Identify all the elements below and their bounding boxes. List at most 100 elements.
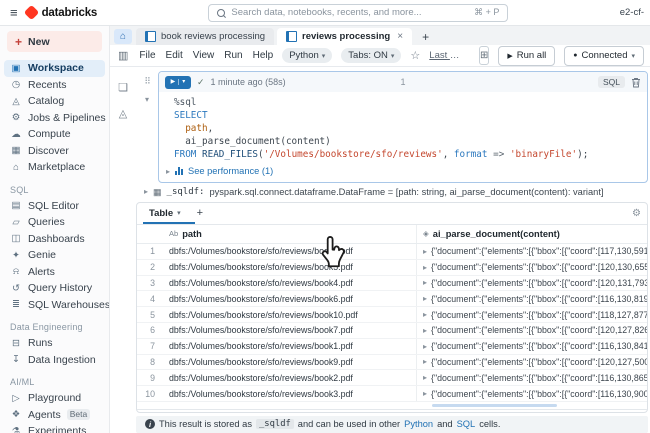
table-row[interactable]: 9dbfs:/Volumes/bookstore/sfo/reviews/boo…: [137, 370, 647, 386]
value-cell[interactable]: ▸{"document":{"elements":[{"bbox":[{"coo…: [416, 276, 647, 291]
close-icon[interactable]: ×: [397, 31, 403, 42]
code-line[interactable]: path,: [174, 122, 639, 135]
code-editor[interactable]: %sqlSELECT path, ai_parse_document(conte…: [159, 92, 647, 164]
horizontal-scrollbar[interactable]: [432, 404, 557, 407]
sidebar-item-jobs-pipelines[interactable]: ⚙Jobs & Pipelines: [4, 110, 105, 127]
path-cell[interactable]: dbfs:/Volumes/bookstore/sfo/reviews/book…: [163, 341, 416, 351]
run-cell-button[interactable]: ▶ ▾: [165, 76, 191, 89]
path-cell[interactable]: dbfs:/Volumes/bookstore/sfo/reviews/book…: [163, 310, 416, 320]
sidebar-item-sql-warehouses[interactable]: ≣SQL Warehouses: [4, 297, 105, 314]
code-line[interactable]: SELECT: [174, 109, 639, 122]
code-line[interactable]: FROM READ_FILES('/Volumes/bookstore/sfo/…: [174, 148, 639, 161]
expander-icon[interactable]: ▸: [423, 294, 427, 303]
code-line[interactable]: %sql: [174, 96, 639, 109]
table-row[interactable]: 3dbfs:/Volumes/bookstore/sfo/reviews/boo…: [137, 276, 647, 292]
favorite-star-icon[interactable]: ☆: [410, 49, 420, 62]
home-button[interactable]: ⌂: [114, 29, 132, 44]
value-cell[interactable]: ▸{"document":{"elements":[{"bbox":[{"coo…: [416, 370, 647, 385]
value-cell[interactable]: ▸{"document":{"elements":[{"bbox":[{"coo…: [416, 339, 647, 354]
language-selector[interactable]: Python ▾: [282, 48, 332, 63]
add-visualization-button[interactable]: +: [197, 207, 203, 219]
search-input[interactable]: [231, 7, 468, 18]
path-cell[interactable]: dbfs:/Volumes/bookstore/sfo/reviews/book…: [163, 262, 416, 272]
sidebar-item-query-history[interactable]: ↺Query History: [4, 280, 105, 297]
expander-icon[interactable]: ▸: [166, 167, 170, 176]
sidebar-item-genie[interactable]: ✦Genie: [4, 247, 105, 264]
menu-help[interactable]: Help: [253, 50, 274, 61]
gear-icon[interactable]: ⚙: [632, 208, 641, 219]
sidebar-item-recents[interactable]: ◷Recents: [4, 77, 105, 94]
notebook-cell[interactable]: ▶ ▾ ✓ 1 minute ago (58s) 1 SQL: [158, 71, 648, 183]
table-row[interactable]: 1dbfs:/Volumes/bookstore/sfo/reviews/boo…: [137, 244, 647, 260]
tab-reviews-processing[interactable]: reviews processing×: [277, 28, 412, 45]
tabs-toggle[interactable]: Tabs: ON ▾: [341, 48, 401, 63]
value-cell[interactable]: ▸{"document":{"elements":[{"bbox":[{"coo…: [416, 386, 647, 401]
menu-view[interactable]: View: [193, 50, 215, 61]
value-cell[interactable]: ▸{"document":{"elements":[{"bbox":[{"coo…: [416, 291, 647, 306]
global-search[interactable]: ⌘ + P: [208, 4, 508, 22]
table-row[interactable]: 10dbfs:/Volumes/bookstore/sfo/reviews/bo…: [137, 386, 647, 402]
expander-icon[interactable]: ▸: [423, 389, 427, 398]
sidebar-item-marketplace[interactable]: ⌂Marketplace: [4, 159, 105, 176]
value-cell[interactable]: ▸{"document":{"elements":[{"bbox":[{"coo…: [416, 355, 647, 370]
workspace-name[interactable]: e2-cf-: [620, 7, 644, 18]
expander-icon[interactable]: ▸: [144, 187, 148, 196]
layout-button[interactable]: ⊞: [479, 46, 489, 65]
expander-icon[interactable]: ▸: [423, 357, 427, 366]
new-button[interactable]: + New: [7, 31, 102, 52]
sidebar-item-dashboards[interactable]: ◫Dashboards: [4, 231, 105, 248]
value-cell[interactable]: ▸{"document":{"elements":[{"bbox":[{"coo…: [416, 244, 647, 259]
table-view-tab[interactable]: Table ▾: [149, 208, 181, 219]
sidebar-item-catalog[interactable]: ◬Catalog: [4, 93, 105, 110]
tab-book-reviews-processing[interactable]: book reviews processing: [136, 28, 274, 45]
table-row[interactable]: 7dbfs:/Volumes/bookstore/sfo/reviews/boo…: [137, 339, 647, 355]
column-header-path[interactable]: Ab path: [163, 229, 416, 239]
expander-icon[interactable]: ▸: [423, 342, 427, 351]
table-row[interactable]: 8dbfs:/Volumes/bookstore/sfo/reviews/boo…: [137, 355, 647, 371]
expander-icon[interactable]: ▸: [423, 373, 427, 382]
menu-file[interactable]: File: [139, 50, 155, 61]
path-cell[interactable]: dbfs:/Volumes/bookstore/sfo/reviews/book…: [163, 278, 416, 288]
folder-icon[interactable]: ❏: [118, 83, 128, 94]
sidebar-item-sql-editor[interactable]: ▤SQL Editor: [4, 198, 105, 215]
sidebar-item-workspace[interactable]: ▣Workspace: [4, 60, 105, 77]
value-cell[interactable]: ▸{"document":{"elements":[{"bbox":[{"coo…: [416, 307, 647, 322]
hamburger-menu-icon[interactable]: ≡: [10, 5, 18, 20]
sidebar-item-queries[interactable]: ▱Queries: [4, 214, 105, 231]
expander-icon[interactable]: ▸: [423, 326, 427, 335]
table-row[interactable]: 5dbfs:/Volumes/bookstore/sfo/reviews/boo…: [137, 307, 647, 323]
path-cell[interactable]: dbfs:/Volumes/bookstore/sfo/reviews/book…: [163, 373, 416, 383]
expander-icon[interactable]: ▸: [423, 310, 427, 319]
databricks-logo[interactable]: databricks: [26, 7, 98, 19]
side-panel-icon[interactable]: ▥: [118, 49, 128, 62]
code-line[interactable]: ai_parse_document(content): [174, 135, 639, 148]
see-performance-link[interactable]: See performance (1): [188, 166, 273, 176]
value-cell[interactable]: ▸{"document":{"elements":[{"bbox":[{"coo…: [416, 260, 647, 275]
table-row[interactable]: 2dbfs:/Volumes/bookstore/sfo/reviews/boo…: [137, 260, 647, 276]
path-cell[interactable]: dbfs:/Volumes/bookstore/sfo/reviews/book…: [163, 389, 416, 399]
python-link[interactable]: Python: [404, 419, 433, 429]
run-all-button[interactable]: ▶ Run all: [498, 46, 555, 66]
new-tab-button[interactable]: +: [416, 30, 435, 44]
sidebar-item-alerts[interactable]: ⍾Alerts: [4, 264, 105, 281]
table-row[interactable]: 4dbfs:/Volumes/bookstore/sfo/reviews/boo…: [137, 291, 647, 307]
sidebar-item-playground[interactable]: ▷Playground: [4, 390, 105, 407]
value-cell[interactable]: ▸{"document":{"elements":[{"bbox":[{"coo…: [416, 323, 647, 338]
menu-edit[interactable]: Edit: [166, 50, 183, 61]
sidebar-item-agents[interactable]: ❖AgentsBeta: [4, 407, 105, 424]
column-header-ai-parse-document[interactable]: ◈ ai_parse_document(content): [416, 225, 647, 243]
cell-language-badge[interactable]: SQL: [598, 76, 625, 88]
expander-icon[interactable]: ▸: [423, 247, 427, 256]
sidebar-item-runs[interactable]: ⊟Runs: [4, 335, 105, 352]
expander-icon[interactable]: ▸: [423, 278, 427, 287]
sidebar-item-compute[interactable]: ☁Compute: [4, 126, 105, 143]
sidebar-item-discover[interactable]: ▦Discover: [4, 143, 105, 160]
table-row[interactable]: 6dbfs:/Volumes/bookstore/sfo/reviews/boo…: [137, 323, 647, 339]
drag-handle-icon[interactable]: ⠿: [144, 76, 150, 87]
collapse-cell-icon[interactable]: ▾: [145, 95, 149, 104]
path-cell[interactable]: dbfs:/Volumes/bookstore/sfo/reviews/book…: [163, 294, 416, 304]
sidebar-item-data-ingestion[interactable]: ↧Data Ingestion: [4, 352, 105, 369]
last-edit-link[interactable]: Last edit was 1 minute ago: [429, 50, 461, 61]
sidebar-item-experiments[interactable]: ⚗Experiments: [4, 423, 105, 433]
expander-icon[interactable]: ▸: [423, 263, 427, 272]
